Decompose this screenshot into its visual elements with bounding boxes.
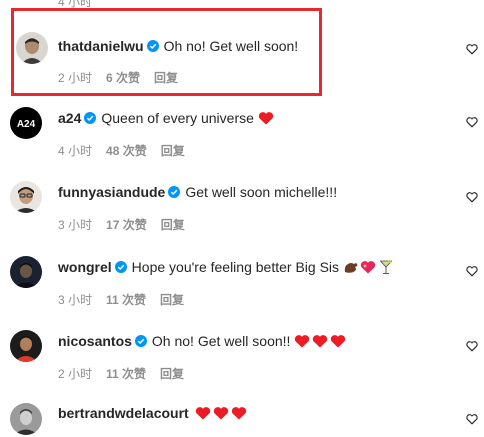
red-heart-icon: [195, 406, 211, 420]
username[interactable]: bertrandwdelacourt: [58, 404, 189, 422]
username[interactable]: funnyasiandude: [58, 183, 165, 201]
comment-item: bertrandwdelacourt: [0, 0, 484, 435]
likes-count[interactable]: 48 次赞: [106, 142, 147, 159]
avatar[interactable]: [10, 330, 42, 362]
comment-text: Hope you're feeling better Big Sis: [131, 259, 340, 275]
reply-button[interactable]: 回复: [160, 365, 184, 382]
reply-button[interactable]: 回复: [154, 69, 178, 86]
red-heart-icon: [231, 406, 247, 420]
red-heart-icon: [330, 334, 346, 348]
comment-time: 2 小时: [58, 367, 93, 381]
reply-button[interactable]: 回复: [160, 291, 184, 308]
likes-count[interactable]: 17 次赞: [106, 216, 147, 233]
like-heart-icon[interactable]: [466, 191, 478, 203]
comment-text: Oh no! Get well soon!!: [151, 333, 291, 349]
red-heart-icon: [213, 406, 229, 420]
a24-logo-text: A24: [17, 119, 36, 130]
red-heart-icon: [312, 334, 328, 348]
red-heart-icon: [294, 334, 310, 348]
likes-count[interactable]: 11 次赞: [106, 365, 146, 382]
reply-button[interactable]: 回复: [161, 142, 185, 159]
likes-count[interactable]: 11 次赞: [106, 291, 146, 308]
comment-text: Queen of every universe: [101, 110, 254, 126]
like-heart-icon[interactable]: [466, 340, 478, 352]
verified-badge-icon: [84, 112, 97, 124]
username[interactable]: wongrel: [58, 258, 112, 276]
reply-button[interactable]: 回复: [161, 216, 185, 233]
a24-logo-avatar[interactable]: A24: [10, 107, 42, 139]
avatar[interactable]: [10, 403, 42, 435]
username[interactable]: nicosantos: [58, 332, 132, 350]
comment-time: 3 小时: [58, 293, 93, 307]
heart-sparkle-icon: [360, 260, 376, 274]
flexed-biceps-icon: [343, 260, 359, 274]
like-heart-icon[interactable]: [466, 116, 478, 128]
comment-time: 2 小时: [58, 71, 93, 85]
verified-badge-icon: [134, 335, 147, 347]
username[interactable]: a24: [58, 109, 81, 127]
comment-time: 3 小时: [58, 218, 93, 232]
comments-panel: 4 小时 thatdanielwu Oh no! Get well soon! …: [0, 0, 484, 437]
avatar[interactable]: [10, 256, 42, 288]
red-heart-icon: [258, 111, 274, 125]
comment-text: Get well soon michelle!!!: [185, 184, 338, 200]
verified-badge-icon: [114, 261, 127, 273]
comment-time: 4 小时: [58, 144, 93, 158]
like-heart-icon[interactable]: [466, 413, 478, 425]
verified-badge-icon: [168, 186, 181, 198]
likes-count[interactable]: 6 次赞: [106, 69, 140, 86]
cocktail-glass-icon: [379, 259, 393, 275]
avatar[interactable]: [10, 181, 42, 213]
like-heart-icon[interactable]: [466, 265, 478, 277]
